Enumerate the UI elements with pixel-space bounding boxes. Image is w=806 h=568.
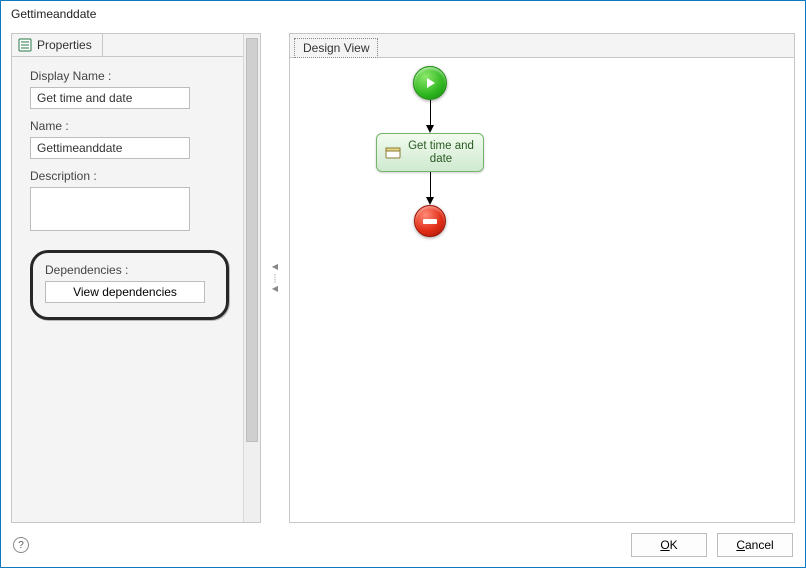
properties-icon	[18, 38, 32, 52]
description-label: Description :	[30, 169, 229, 183]
display-name-field[interactable]	[30, 87, 190, 109]
tab-design-view[interactable]: Design View	[294, 38, 378, 58]
chevron-left-icon: ◀	[272, 285, 278, 293]
tab-properties[interactable]: Properties	[12, 34, 103, 56]
splitter-grip-icon: ······	[271, 273, 280, 283]
start-node[interactable]	[413, 66, 447, 100]
name-label: Name :	[30, 119, 229, 133]
chevron-left-icon: ◀	[272, 263, 278, 271]
ok-button[interactable]: OK	[631, 533, 707, 557]
properties-scrollbar[interactable]	[243, 34, 260, 522]
workflow-flow: Get time and date	[370, 58, 490, 237]
flow-arrow	[426, 172, 434, 205]
right-tabstrip: Design View	[290, 34, 794, 58]
dialog-window: Gettimeanddate Propert	[0, 0, 806, 568]
help-button[interactable]: ?	[13, 537, 29, 553]
splitter[interactable]: ◀ ······ ◀	[269, 33, 281, 523]
stop-icon	[423, 219, 437, 224]
task-icon	[385, 146, 401, 160]
window-title: Gettimeanddate	[1, 1, 805, 25]
dependencies-label: Dependencies :	[45, 263, 214, 277]
design-canvas[interactable]: Get time and date	[290, 58, 794, 522]
description-field[interactable]	[30, 187, 190, 231]
stop-node[interactable]	[414, 205, 446, 237]
name-field[interactable]	[30, 137, 190, 159]
dialog-button-bar: ? OK Cancel	[1, 523, 805, 567]
properties-panel: Properties Display Name : Name : Descrip…	[11, 33, 261, 523]
task-node-get-time-and-date[interactable]: Get time and date	[376, 133, 484, 172]
tab-properties-label: Properties	[37, 38, 92, 52]
content-area: Properties Display Name : Name : Descrip…	[1, 25, 805, 523]
design-panel: Design View	[289, 33, 795, 523]
left-tabstrip: Properties	[12, 34, 243, 57]
flow-arrow	[426, 100, 434, 133]
view-dependencies-button[interactable]: View dependencies	[45, 281, 205, 303]
cancel-button[interactable]: Cancel	[717, 533, 793, 557]
task-node-label: Get time and date	[407, 140, 475, 165]
display-name-label: Display Name :	[30, 69, 229, 83]
dependencies-highlight: Dependencies : View dependencies	[30, 250, 229, 320]
play-icon	[423, 76, 437, 90]
properties-form: Display Name : Name : Description : Depe…	[12, 57, 243, 332]
scrollbar-thumb[interactable]	[246, 38, 258, 442]
